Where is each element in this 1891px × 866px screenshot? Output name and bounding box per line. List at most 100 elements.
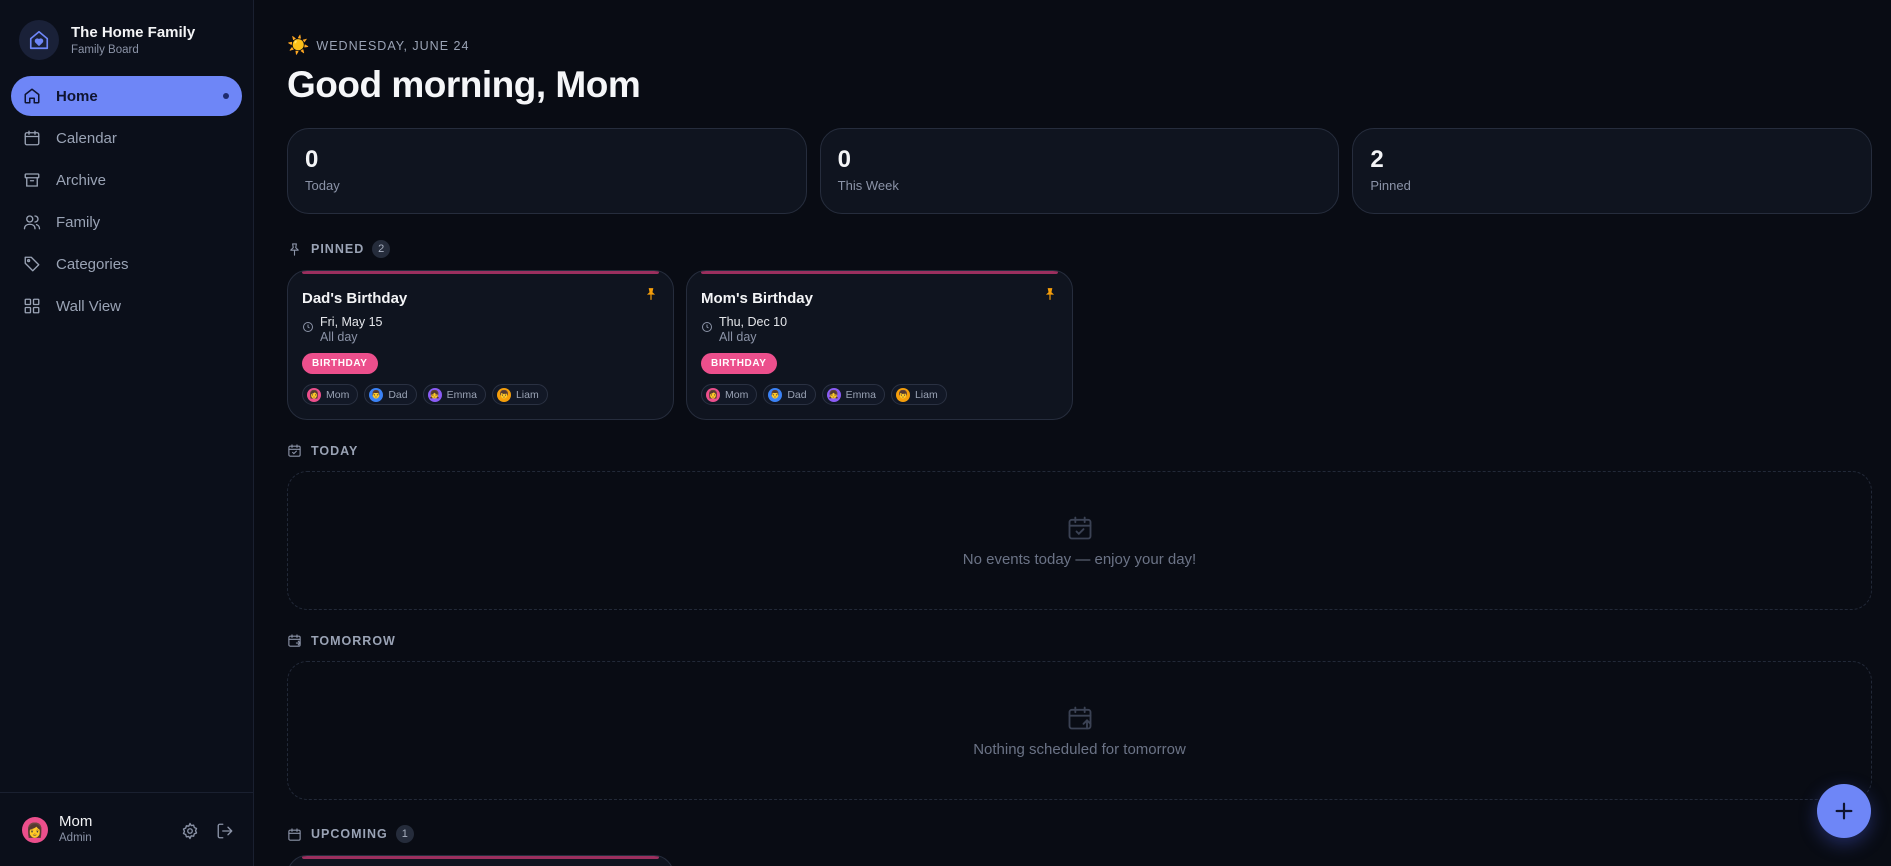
pin-icon[interactable] — [644, 287, 658, 301]
category-tag: BIRTHDAY — [302, 353, 378, 374]
calendar-arrow-icon — [288, 634, 301, 647]
section-upcoming-header: UPCOMING 1 — [287, 825, 414, 843]
avatar[interactable]: 👩 — [22, 817, 48, 843]
person-name: Dad — [787, 388, 807, 401]
category-tag: BIRTHDAY — [701, 353, 777, 374]
date-row: ☀️ WEDNESDAY, JUNE 24 — [287, 35, 469, 56]
person-name: Dad — [388, 388, 408, 401]
pin-icon — [290, 242, 299, 256]
sidebar-item-label: Calendar — [56, 129, 117, 147]
sidebar-item-archive[interactable]: Archive — [11, 160, 242, 200]
avatar: 👦 — [895, 387, 910, 402]
calendar-arrow-icon — [1068, 706, 1091, 730]
empty-message: Nothing scheduled for tomorrow — [973, 741, 1186, 758]
event-date: Thu, Dec 10 All day — [701, 315, 787, 345]
person-name: Liam — [914, 388, 938, 401]
users-icon — [23, 215, 41, 230]
stats-row: 0 Today 0 This Week 2 Pinned — [287, 128, 1873, 214]
section-pinned-header: PINNED 2 — [287, 240, 391, 258]
stat-label: This Week — [837, 178, 899, 193]
event-card[interactable] — [287, 855, 674, 866]
section-title: UPCOMING — [311, 827, 388, 841]
person-name: Emma — [845, 388, 876, 401]
settings-icon[interactable] — [181, 822, 199, 840]
person-name: Mom — [326, 388, 350, 401]
clock-icon — [702, 322, 712, 332]
section-title: TODAY — [311, 443, 359, 458]
brand-subtitle: Family Board — [71, 43, 139, 56]
stat-value: 2 — [1370, 146, 1384, 173]
event-date: Fri, May 15 All day — [302, 315, 383, 345]
person-chip: 👩 Mom — [701, 384, 758, 405]
active-indicator — [223, 93, 229, 99]
event-title: Dad's Birthday — [302, 290, 408, 307]
sidebar-item-label: Family — [56, 213, 101, 231]
category-color-bar — [701, 271, 1058, 274]
people-chips: 👩 Mom 👨 Dad 👧 Emma 👦 Liam — [302, 384, 548, 405]
avatar: 👧 — [826, 387, 841, 402]
count-badge: 1 — [395, 825, 414, 843]
count-badge: 2 — [372, 240, 391, 258]
clock-icon — [303, 322, 313, 332]
stat-label: Today — [305, 178, 340, 193]
pin-icon[interactable] — [1043, 287, 1057, 301]
add-event-button[interactable] — [1817, 784, 1871, 838]
section-tomorrow-header: TOMORROW — [287, 633, 396, 648]
event-card[interactable]: Mom's Birthday Thu, Dec 10 All day BIRTH… — [686, 270, 1073, 420]
sun-icon: ☀️ — [287, 35, 310, 55]
pinned-cards: Dad's Birthday Fri, May 15 All day BIRTH… — [287, 270, 1073, 420]
stat-value: 0 — [837, 146, 852, 173]
avatar: 👩 — [307, 387, 321, 402]
avatar: 👧 — [427, 387, 442, 402]
user-name: Mom — [59, 813, 93, 830]
section-today-header: TODAY — [287, 443, 358, 458]
person-name: Liam — [515, 388, 539, 401]
calendar-check-icon — [288, 444, 301, 457]
sidebar-item-label: Categories — [56, 255, 129, 273]
stat-pinned[interactable]: 2 Pinned — [1352, 128, 1873, 214]
house-heart-icon — [19, 20, 59, 60]
logout-icon[interactable] — [216, 822, 234, 840]
event-date-text: Thu, Dec 10 — [719, 315, 788, 329]
home-icon — [24, 88, 40, 104]
person-chip: 👦 Liam — [890, 384, 947, 405]
calendar-icon — [24, 130, 40, 146]
avatar: 👨 — [768, 387, 783, 402]
avatar: 👩 — [706, 387, 720, 402]
sidebar-item-categories[interactable]: Categories — [11, 244, 242, 284]
user-role: Admin — [59, 832, 92, 844]
avatar: 👦 — [496, 387, 511, 402]
event-title: Mom's Birthday — [701, 290, 813, 307]
empty-message: No events today — enjoy your day! — [962, 551, 1197, 568]
person-chip: 👧 Emma — [821, 384, 885, 405]
sidebar: The Home Family Family Board Home Calend… — [0, 0, 254, 866]
stat-label: Pinned — [1370, 178, 1411, 193]
brand[interactable]: The Home Family Family Board — [19, 20, 195, 60]
sidebar-item-wall-view[interactable]: Wall View — [11, 286, 242, 326]
sidebar-item-calendar[interactable]: Calendar — [11, 118, 242, 158]
sidebar-item-family[interactable]: Family — [11, 202, 242, 242]
people-chips: 👩 Mom 👨 Dad 👧 Emma 👦 Liam — [701, 384, 947, 405]
brand-name: The Home Family — [71, 23, 196, 41]
section-title: TOMORROW — [311, 633, 396, 648]
stat-value: 0 — [305, 146, 319, 173]
category-color-bar — [302, 856, 659, 859]
avatar: 👨 — [369, 387, 384, 402]
section-title: PINNED — [311, 242, 365, 256]
stat-today[interactable]: 0 Today — [287, 128, 807, 214]
grid-icon — [24, 298, 40, 314]
person-chip: 👨 Dad — [364, 384, 417, 405]
event-card[interactable]: Dad's Birthday Fri, May 15 All day BIRTH… — [287, 270, 674, 420]
calendar-check-icon — [1068, 516, 1091, 540]
person-chip: 👦 Liam — [491, 384, 548, 405]
event-time-text: All day — [719, 330, 757, 344]
sidebar-item-home[interactable]: Home — [11, 76, 242, 116]
current-date: WEDNESDAY, JUNE 24 — [316, 38, 470, 53]
sidebar-item-label: Archive — [56, 171, 107, 189]
person-chip: 👧 Emma — [422, 384, 486, 405]
user-panel: 👩 Mom Admin — [0, 792, 254, 866]
stat-this-week[interactable]: 0 This Week — [819, 128, 1340, 214]
tomorrow-empty-state: Nothing scheduled for tomorrow — [287, 661, 1872, 800]
person-chip: 👩 Mom — [302, 384, 359, 405]
person-name: Emma — [446, 388, 477, 401]
